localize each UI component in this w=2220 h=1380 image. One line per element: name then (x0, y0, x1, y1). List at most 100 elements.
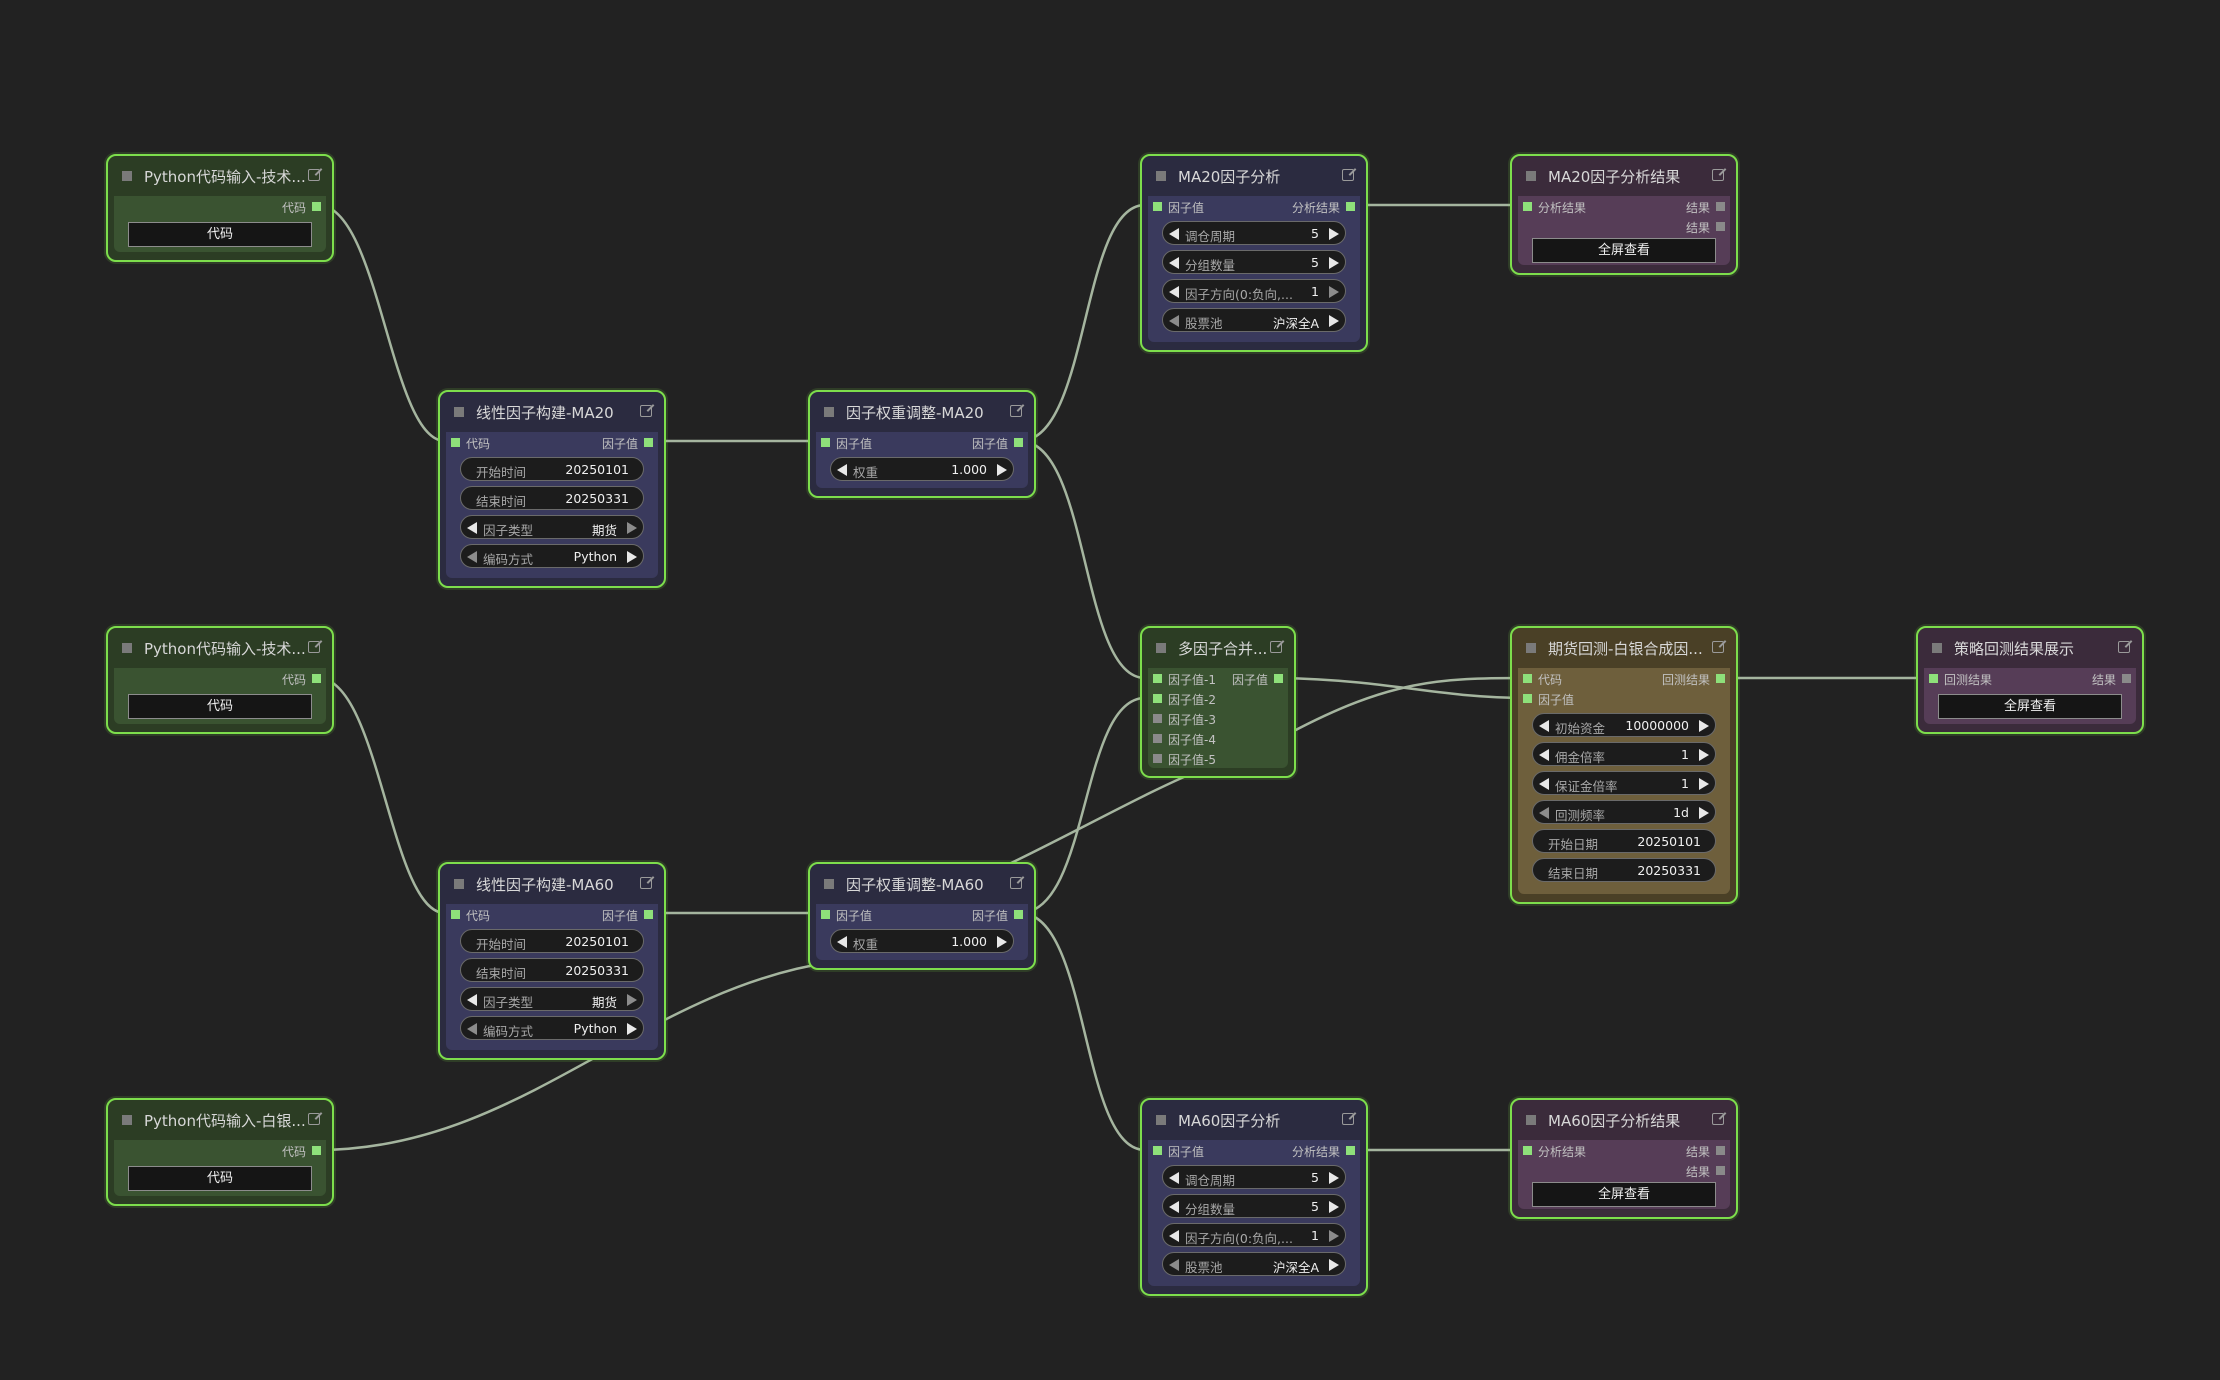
factor-type-combo[interactable]: 因子类型 期货 (460, 515, 644, 539)
node-python-input-1[interactable]: Python代码输入-技术... 代码 代码 (106, 154, 334, 262)
edit-icon[interactable] (1010, 405, 1022, 417)
collapse-dot-icon[interactable] (454, 407, 464, 417)
edit-icon[interactable] (1342, 169, 1354, 181)
weight-stepper[interactable]: 权重 1.000 (830, 929, 1014, 953)
right-arrow-icon[interactable] (627, 994, 637, 1006)
weight-stepper[interactable]: 权重 1.000 (830, 457, 1014, 481)
right-arrow-icon[interactable] (1329, 315, 1339, 327)
frequency-combo[interactable]: 回测频率 1d (1532, 800, 1716, 824)
fullscreen-button[interactable]: 全屏查看 (1532, 238, 1716, 263)
right-arrow-icon[interactable] (1699, 807, 1709, 819)
factor-type-combo[interactable]: 因子类型 期货 (460, 987, 644, 1011)
commission-stepper[interactable]: 佣金倍率 1 (1532, 742, 1716, 766)
node-weight-ma60[interactable]: 因子权重调整-MA60 因子值 因子值 权重 1.000 (808, 862, 1036, 970)
fullscreen-button[interactable]: 全屏查看 (1938, 694, 2122, 719)
output-pin[interactable] (312, 202, 321, 211)
collapse-dot-icon[interactable] (122, 643, 132, 653)
right-arrow-icon[interactable] (1329, 1172, 1339, 1184)
input-pin[interactable] (451, 438, 460, 447)
output-pin[interactable] (1346, 1146, 1355, 1155)
node-title[interactable]: 多因子合并... (1142, 628, 1294, 668)
edit-icon[interactable] (1342, 1113, 1354, 1125)
collapse-dot-icon[interactable] (824, 879, 834, 889)
start-time-field[interactable]: 开始时间 20250101 (460, 929, 644, 953)
right-arrow-icon[interactable] (1329, 286, 1339, 298)
output-pin[interactable] (1716, 222, 1725, 231)
input-pin[interactable] (1523, 674, 1532, 683)
right-arrow-icon[interactable] (1329, 257, 1339, 269)
left-arrow-icon[interactable] (1539, 720, 1549, 732)
edit-icon[interactable] (1010, 877, 1022, 889)
stock-pool-combo[interactable]: 股票池 沪深全A (1162, 1252, 1346, 1276)
left-arrow-icon[interactable] (1539, 749, 1549, 761)
edit-icon[interactable] (2118, 641, 2130, 653)
edit-icon[interactable] (308, 1113, 320, 1125)
output-pin[interactable] (1716, 1146, 1725, 1155)
left-arrow-icon[interactable] (1169, 228, 1179, 240)
left-arrow-icon[interactable] (1169, 315, 1179, 327)
node-title[interactable]: 期货回测-白银合成因... (1512, 628, 1736, 668)
output-pin[interactable] (644, 438, 653, 447)
input-pin[interactable] (1523, 202, 1532, 211)
end-time-field[interactable]: 结束时间 20250331 (460, 486, 644, 510)
margin-stepper[interactable]: 保证金倍率 1 (1532, 771, 1716, 795)
rebalance-period-stepper[interactable]: 调仓周期 5 (1162, 1165, 1346, 1189)
collapse-dot-icon[interactable] (1932, 643, 1942, 653)
output-pin[interactable] (1716, 1166, 1725, 1175)
collapse-dot-icon[interactable] (1156, 1115, 1166, 1125)
edit-icon[interactable] (308, 169, 320, 181)
end-date-field[interactable]: 结束日期 20250331 (1532, 858, 1716, 882)
edit-icon[interactable] (308, 641, 320, 653)
node-title[interactable]: 因子权重调整-MA20 (810, 392, 1034, 432)
node-title[interactable]: MA20因子分析 (1142, 156, 1366, 196)
initial-capital-stepper[interactable]: 初始资金 10000000 (1532, 713, 1716, 737)
node-ma60-analysis[interactable]: MA60因子分析 因子值 分析结果 调仓周期 5 分组数量 5 因子方向(0:负向,.… (1140, 1098, 1368, 1296)
input-pin[interactable] (1153, 734, 1162, 743)
node-linear-factor-ma60[interactable]: 线性因子构建-MA60 代码 因子值 开始时间 20250101 结束时间 20250… (438, 862, 666, 1060)
node-weight-ma20[interactable]: 因子权重调整-MA20 因子值 因子值 权重 1.000 (808, 390, 1036, 498)
node-title[interactable]: MA60因子分析结果 (1512, 1100, 1736, 1140)
collapse-dot-icon[interactable] (1526, 171, 1536, 181)
node-strategy-result-display[interactable]: 策略回测结果展示 回测结果 结果 全屏查看 (1916, 626, 2144, 734)
collapse-dot-icon[interactable] (1526, 643, 1536, 653)
input-pin[interactable] (1523, 694, 1532, 703)
right-arrow-icon[interactable] (627, 551, 637, 563)
edit-icon[interactable] (640, 877, 652, 889)
edit-icon[interactable] (640, 405, 652, 417)
factor-direction-stepper[interactable]: 因子方向(0:负向,... 1 (1162, 1223, 1346, 1247)
node-title[interactable]: 因子权重调整-MA60 (810, 864, 1034, 904)
right-arrow-icon[interactable] (1329, 1230, 1339, 1242)
encoding-combo[interactable]: 编码方式 Python (460, 1016, 644, 1040)
right-arrow-icon[interactable] (627, 1023, 637, 1035)
input-pin[interactable] (451, 910, 460, 919)
left-arrow-icon[interactable] (1539, 778, 1549, 790)
collapse-dot-icon[interactable] (1526, 1115, 1536, 1125)
end-time-field[interactable]: 结束时间 20250331 (460, 958, 644, 982)
output-pin[interactable] (1014, 438, 1023, 447)
collapse-dot-icon[interactable] (454, 879, 464, 889)
input-pin[interactable] (821, 910, 830, 919)
input-pin[interactable] (1153, 202, 1162, 211)
group-count-stepper[interactable]: 分组数量 5 (1162, 250, 1346, 274)
output-pin[interactable] (644, 910, 653, 919)
node-python-input-3[interactable]: Python代码输入-白银... 代码 代码 (106, 1098, 334, 1206)
right-arrow-icon[interactable] (1699, 778, 1709, 790)
edit-icon[interactable] (1712, 1113, 1724, 1125)
collapse-dot-icon[interactable] (1156, 171, 1166, 181)
output-pin[interactable] (1274, 674, 1283, 683)
node-linear-factor-ma20[interactable]: 线性因子构建-MA20 代码 因子值 开始时间 20250101 结束时间 20250… (438, 390, 666, 588)
input-pin[interactable] (1153, 694, 1162, 703)
left-arrow-icon[interactable] (837, 464, 847, 476)
node-futures-backtest[interactable]: 期货回测-白银合成因... 代码 回测结果 因子值 初始资金 10000000 佣金… (1510, 626, 1738, 904)
left-arrow-icon[interactable] (467, 1023, 477, 1035)
code-button[interactable]: 代码 (128, 694, 312, 719)
node-title[interactable]: MA20因子分析结果 (1512, 156, 1736, 196)
left-arrow-icon[interactable] (467, 994, 477, 1006)
left-arrow-icon[interactable] (1169, 257, 1179, 269)
start-date-field[interactable]: 开始日期 20250101 (1532, 829, 1716, 853)
right-arrow-icon[interactable] (1699, 720, 1709, 732)
right-arrow-icon[interactable] (997, 936, 1007, 948)
input-pin[interactable] (1153, 1146, 1162, 1155)
right-arrow-icon[interactable] (1699, 749, 1709, 761)
output-pin[interactable] (1346, 202, 1355, 211)
